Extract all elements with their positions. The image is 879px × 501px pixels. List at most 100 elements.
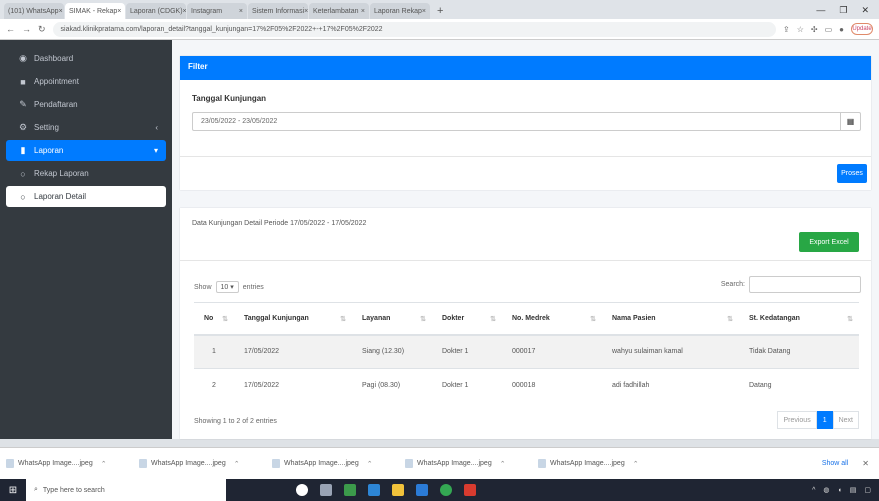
download-item[interactable]: WhatsApp Image....jpeg ⌃ — [6, 459, 139, 468]
col-header[interactable]: Dokter ⇅ — [432, 302, 502, 336]
browser-tab[interactable]: Laporan (CDGK) × — [126, 3, 186, 19]
sidebar-item-label: Dashboard — [34, 54, 74, 63]
browser-tab[interactable]: Keterlambatan × — [309, 3, 369, 19]
col-header[interactable]: No ⇅ — [194, 302, 234, 336]
url-input[interactable]: siakad.klinikpratama.com/laporan_detail?… — [52, 21, 777, 37]
maximize-icon[interactable]: ❐ — [839, 5, 847, 16]
browser-tab-active[interactable]: SIMAK - Rekap × — [65, 3, 125, 19]
task-view-icon[interactable] — [320, 484, 332, 496]
chevron-up-icon[interactable]: ⌃ — [101, 460, 107, 468]
sidebar-item-laporan[interactable]: ▮ Laporan ▾ — [6, 140, 166, 161]
browser-tab[interactable]: Instagram × — [187, 3, 247, 19]
chevron-down-icon: ▾ — [153, 146, 158, 155]
close-icon[interactable]: × — [361, 8, 365, 15]
close-icon[interactable]: × — [117, 8, 121, 15]
tab-label: Keterlambatan — [313, 7, 359, 15]
taskbar: ⊞ ⌕ Type here to search ^ ◍ ◖ ▤ ▢ — [0, 479, 879, 501]
update-button[interactable]: Update — [851, 23, 873, 35]
sidebar-item-appointment[interactable]: ■ Appointment — [6, 71, 166, 92]
col-header-label: Layanan — [362, 314, 391, 322]
back-icon[interactable]: ← — [6, 24, 15, 34]
sidebar-item-pendaftaran[interactable]: ✎ Pendaftaran — [6, 94, 166, 115]
export-excel-button[interactable]: Export Excel — [799, 232, 859, 252]
close-icon[interactable]: × — [422, 8, 426, 15]
browser-tab[interactable]: (101) WhatsApp × — [4, 3, 64, 19]
notification-icon[interactable]: ▢ — [864, 486, 871, 494]
date-range-value[interactable]: 23/05/2022 - 23/05/2022 — [193, 118, 840, 125]
col-header[interactable]: Nama Pasien ⇅ — [602, 302, 739, 336]
pagination-next[interactable]: Next — [832, 411, 859, 429]
chevron-up-icon[interactable]: ⌃ — [633, 460, 639, 468]
chevron-up-icon[interactable]: ⌃ — [500, 460, 506, 468]
sidebar-item-laporan-detail[interactable]: ○ Laporan Detail — [6, 186, 166, 207]
col-header[interactable]: Tanggal Kunjungan ⇅ — [234, 302, 352, 336]
date-label: Tanggal Kunjungan — [192, 94, 267, 103]
windows-start-icon[interactable]: ⊞ — [0, 485, 26, 496]
reload-icon[interactable]: ↻ — [38, 24, 46, 35]
close-window-icon[interactable]: ✕ — [861, 5, 869, 16]
download-item[interactable]: WhatsApp Image....jpeg ⌃ — [272, 459, 405, 468]
date-range-field[interactable]: 23/05/2022 - 23/05/2022 ▦ — [192, 112, 861, 131]
page-length-select[interactable]: 10 ▾ — [215, 281, 239, 293]
sidebar-item-setting[interactable]: ⚙ Setting ‹ — [6, 117, 166, 138]
minimize-icon[interactable]: — — [816, 5, 825, 16]
close-icon[interactable]: × — [304, 8, 308, 15]
download-item[interactable]: WhatsApp Image....jpeg ⌃ — [538, 459, 671, 468]
taskbar-search[interactable]: ⌕ Type here to search — [26, 479, 226, 501]
chevron-left-icon: ‹ — [155, 123, 158, 132]
table-info: Showing 1 to 2 of 2 entries — [194, 418, 277, 425]
edge-icon[interactable] — [368, 484, 380, 496]
download-filename: WhatsApp Image....jpeg — [550, 460, 625, 467]
forward-icon[interactable]: → — [22, 24, 31, 34]
show-label: Show — [194, 283, 212, 291]
table-row: 1 17/05/2022 Siang (12.30) Dokter 1 0000… — [194, 334, 859, 369]
sidebar-item-label: Appointment — [34, 77, 79, 86]
close-icon[interactable]: × — [183, 8, 186, 15]
network-icon[interactable]: ◍ — [823, 486, 829, 494]
report-card: Data Kunjungan Detail Periode 17/05/2022… — [180, 208, 871, 439]
close-icon[interactable]: ✕ — [862, 459, 869, 468]
share-icon[interactable]: ⇪ — [783, 25, 790, 34]
download-item[interactable]: WhatsApp Image....jpeg ⌃ — [405, 459, 538, 468]
app-icon[interactable] — [344, 484, 356, 496]
close-icon[interactable]: × — [239, 8, 243, 15]
search-input[interactable] — [749, 276, 861, 293]
col-header[interactable]: Layanan ⇅ — [352, 302, 432, 336]
image-file-icon — [272, 459, 280, 468]
cell-no: 2 — [194, 368, 234, 403]
window-controls: — ❐ ✕ — [816, 5, 879, 16]
cell-medrek: 000017 — [502, 334, 602, 369]
star-icon[interactable]: ☆ — [797, 25, 804, 34]
cortana-icon[interactable] — [296, 484, 308, 496]
browser-tabbar: (101) WhatsApp × SIMAK - Rekap × Laporan (… — [0, 0, 879, 19]
col-header[interactable]: No. Medrek ⇅ — [502, 302, 602, 336]
app-icon[interactable] — [416, 484, 428, 496]
calendar-icon[interactable]: ▦ — [840, 113, 860, 130]
sort-icon: ⇅ — [590, 316, 596, 323]
sidebar-item-rekap-laporan[interactable]: ○ Rekap Laporan — [6, 163, 166, 184]
app-icon[interactable] — [464, 484, 476, 496]
pagination-page-1[interactable]: 1 — [816, 411, 833, 429]
proses-button[interactable]: Proses — [837, 164, 867, 183]
browser-tab[interactable]: Laporan Rekap × — [370, 3, 430, 19]
download-item[interactable]: WhatsApp Image....jpeg ⌃ — [139, 459, 272, 468]
tab-label: Instagram — [191, 7, 223, 15]
chrome-icon[interactable] — [440, 484, 452, 496]
cell-no: 1 — [194, 334, 234, 369]
pagination-previous[interactable]: Previous — [777, 411, 817, 429]
chevron-up-icon[interactable]: ^ — [812, 487, 815, 494]
new-tab-button[interactable]: + — [437, 5, 443, 17]
file-explorer-icon[interactable] — [392, 484, 404, 496]
chevron-up-icon[interactable]: ⌃ — [234, 460, 240, 468]
avatar[interactable]: ● — [839, 25, 844, 34]
chevron-up-icon[interactable]: ⌃ — [367, 460, 373, 468]
clock[interactable]: ▤ — [850, 486, 857, 494]
volume-icon[interactable]: ◖ — [838, 487, 842, 494]
close-icon[interactable]: × — [59, 8, 63, 15]
col-header[interactable]: St. Kedatangan ⇅ — [739, 302, 859, 336]
extensions-icon[interactable]: ✣ — [811, 25, 818, 34]
show-all-downloads-link[interactable]: Show all — [822, 460, 848, 467]
browser-tab[interactable]: Sistem Informasi × — [248, 3, 308, 19]
sidebar-item-dashboard[interactable]: ◉ Dashboard — [6, 48, 166, 69]
sidepanel-icon[interactable]: ▭ — [825, 25, 833, 34]
